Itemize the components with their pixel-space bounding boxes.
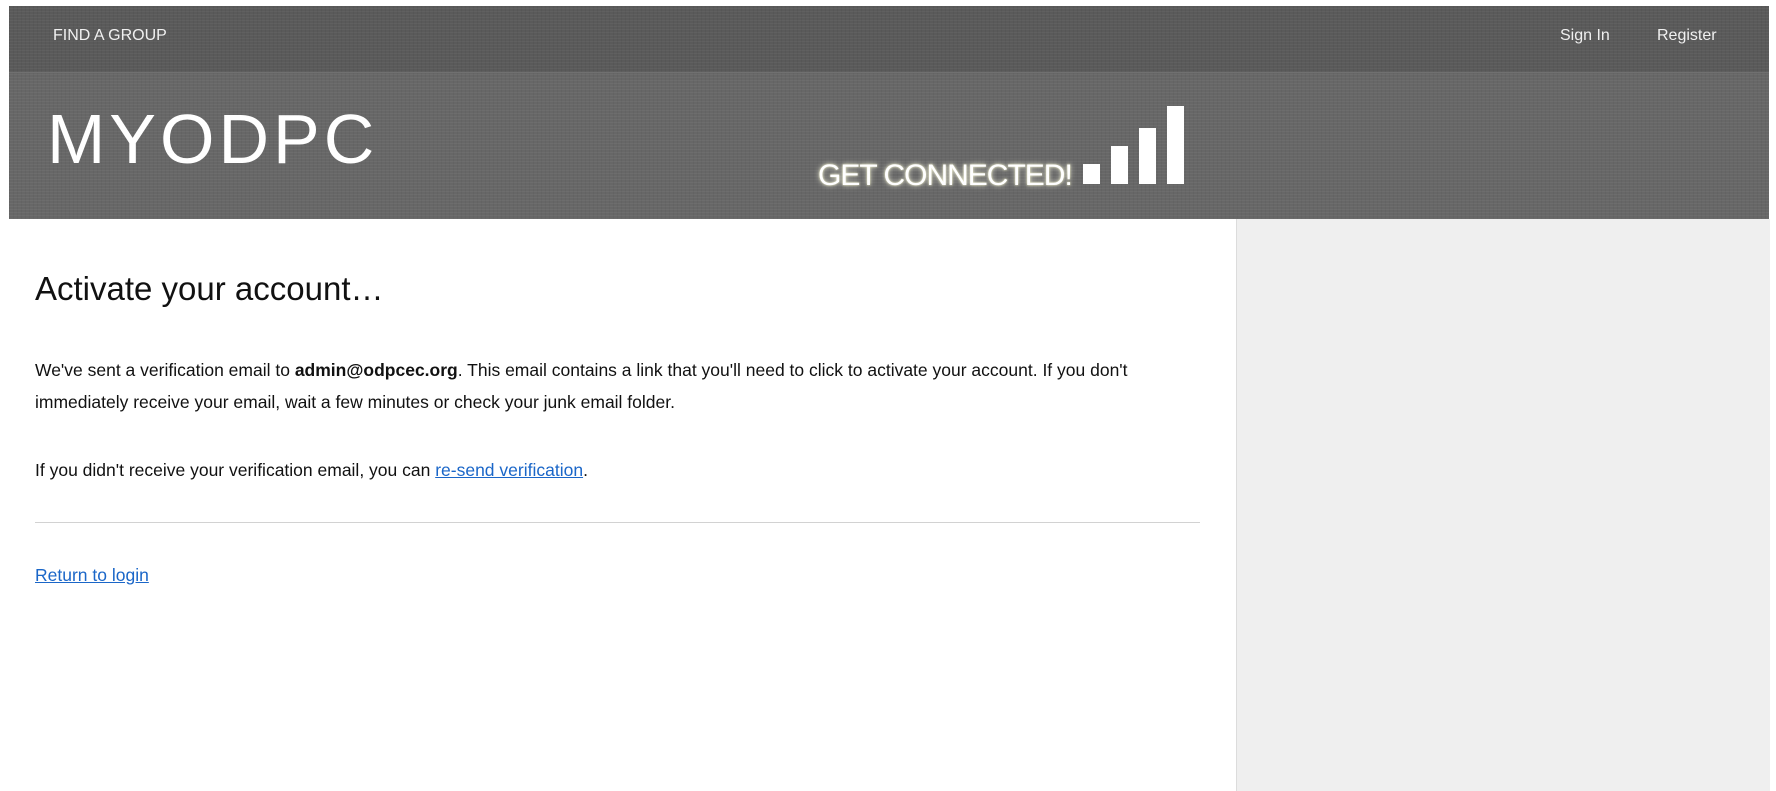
verification-message-start: We've sent a verification email to: [35, 360, 295, 380]
find-a-group-link[interactable]: FIND A GROUP: [53, 27, 167, 45]
header-banner: MYODPC GET CONNECTED!: [9, 73, 1769, 219]
page: FIND A GROUP Sign In Register MYODPC GET…: [0, 0, 1776, 791]
verification-message: We've sent a verification email to admin…: [35, 354, 1205, 418]
tagline: GET CONNECTED!: [818, 159, 1073, 192]
sign-in-link[interactable]: Sign In: [1560, 27, 1610, 45]
user-email: admin@odpcec.org: [294, 360, 458, 380]
divider: [35, 522, 1200, 523]
site-logo[interactable]: MYODPC: [47, 101, 378, 177]
signal-bars-icon: [1083, 106, 1193, 184]
return-to-login-link[interactable]: Return to login: [35, 563, 149, 587]
signal-bar: [1083, 164, 1100, 184]
signal-bar: [1139, 128, 1156, 184]
resend-message: If you didn't receive your verification …: [35, 454, 588, 486]
register-link[interactable]: Register: [1657, 27, 1717, 45]
signal-bar: [1167, 106, 1184, 184]
resend-message-end: .: [583, 460, 588, 480]
sidebar: [1236, 219, 1770, 791]
resend-verification-link[interactable]: re-send verification: [435, 460, 583, 480]
resend-message-start: If you didn't receive your verification …: [35, 460, 436, 480]
signal-bar: [1111, 146, 1128, 184]
page-title: Activate your account…: [35, 270, 384, 307]
top-nav-bar: FIND A GROUP Sign In Register: [9, 6, 1769, 73]
